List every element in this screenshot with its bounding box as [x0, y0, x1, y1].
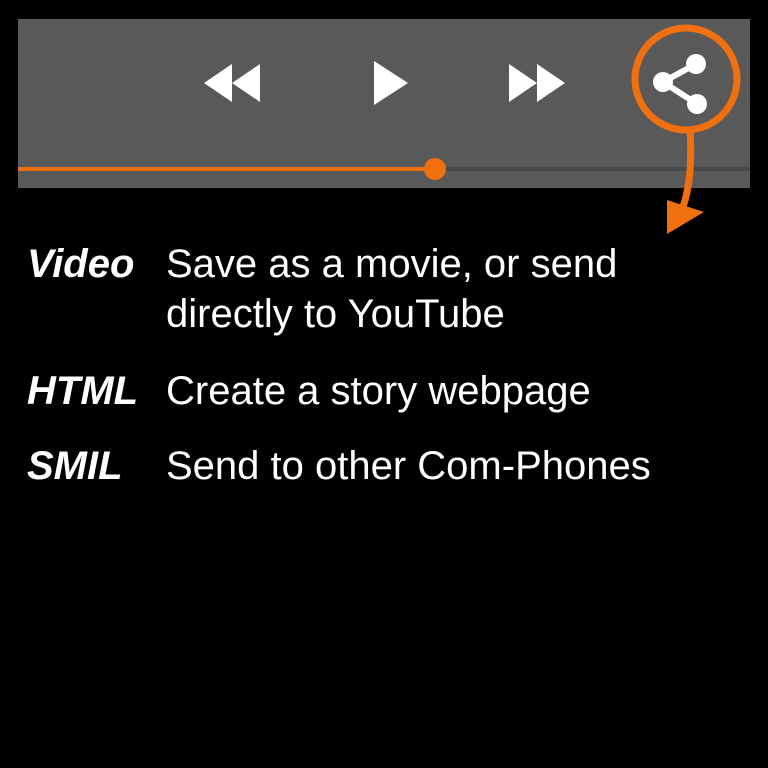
option-term: SMIL	[27, 444, 123, 488]
seek-progress	[18, 167, 435, 171]
rewind-icon[interactable]	[204, 63, 264, 103]
media-player-controls	[18, 19, 750, 188]
option-description: Save as a movie, or send	[166, 242, 618, 286]
screen: Video Save as a movie, or send directly …	[0, 0, 768, 768]
option-description: directly to YouTube	[166, 292, 505, 336]
option-description: Send to other Com-Phones	[166, 444, 651, 488]
fast-forward-icon[interactable]	[509, 63, 569, 103]
seek-thumb[interactable]	[424, 158, 446, 180]
callout-arrowhead	[667, 200, 704, 234]
option-term: Video	[27, 242, 135, 286]
option-term: HTML	[27, 369, 139, 413]
option-description: Create a story webpage	[166, 369, 591, 413]
play-icon[interactable]	[372, 60, 412, 106]
seek-bar[interactable]	[18, 158, 750, 180]
share-icon[interactable]	[646, 49, 714, 117]
